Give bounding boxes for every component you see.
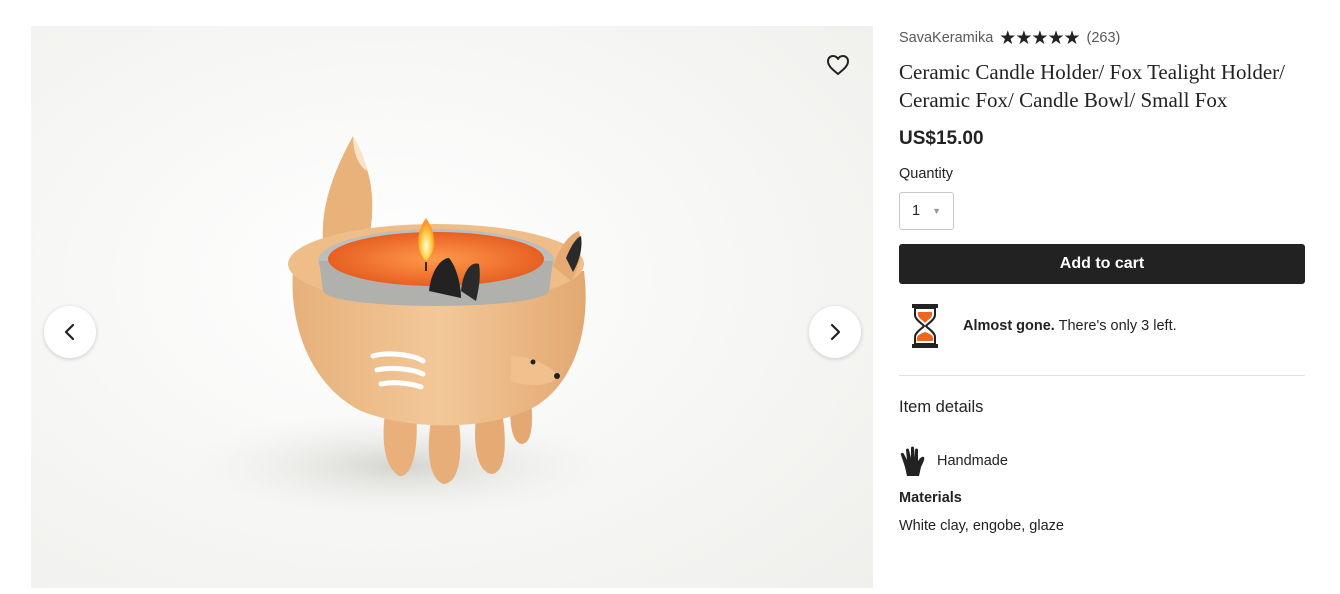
- quantity-label: Quantity: [899, 166, 953, 182]
- star-icon: ★: [999, 27, 1016, 49]
- chevron-right-icon: [830, 323, 841, 341]
- review-count[interactable]: (263): [1087, 30, 1121, 46]
- shop-row: SavaKeramika ★ ★ ★ ★ ★ (263): [899, 26, 1305, 50]
- star-icon: ★: [1063, 27, 1080, 49]
- listing-price: US$15.00: [899, 128, 984, 149]
- rating-stars[interactable]: ★ ★ ★ ★ ★: [999, 27, 1080, 49]
- handmade-label: Handmade: [937, 453, 1008, 469]
- stock-status-strong: Almost gone.: [963, 318, 1055, 334]
- caret-down-icon: ▼: [932, 206, 941, 216]
- hourglass-icon: [912, 304, 938, 348]
- listing-page: SavaKeramika ★ ★ ★ ★ ★ (263) Ceramic Can…: [0, 0, 1340, 594]
- chevron-left-icon: [64, 323, 75, 341]
- favorite-button[interactable]: [819, 46, 857, 84]
- quantity-value: 1: [912, 203, 921, 219]
- heart-outline-icon: [827, 55, 849, 75]
- stock-status-text: There's only 3 left.: [1054, 318, 1177, 334]
- star-icon: ★: [1047, 27, 1064, 49]
- star-icon: ★: [1031, 27, 1048, 49]
- materials-value: White clay, engobe, glaze: [899, 518, 1064, 534]
- divider: [899, 375, 1305, 376]
- star-icon: ★: [1015, 27, 1032, 49]
- materials-heading: Materials: [899, 490, 962, 506]
- listing-info-panel: SavaKeramika ★ ★ ★ ★ ★ (263) Ceramic Can…: [899, 26, 1305, 534]
- add-to-cart-button[interactable]: Add to cart: [899, 244, 1305, 284]
- handmade-row: Handmade: [899, 444, 1305, 478]
- item-details-heading[interactable]: Item details: [899, 398, 1305, 420]
- hand-icon: [900, 446, 925, 476]
- quantity-select[interactable]: 1 ▼: [899, 192, 954, 230]
- shop-name-link[interactable]: SavaKeramika: [899, 30, 993, 46]
- product-photo: [31, 26, 873, 588]
- listing-title: Ceramic Candle Holder/ Fox Tealight Hold…: [899, 60, 1285, 112]
- image-gallery: [31, 26, 873, 588]
- stock-notice: Almost gone. There's only 3 left.: [899, 302, 1305, 350]
- previous-image-button[interactable]: [44, 306, 96, 358]
- next-image-button[interactable]: [809, 306, 861, 358]
